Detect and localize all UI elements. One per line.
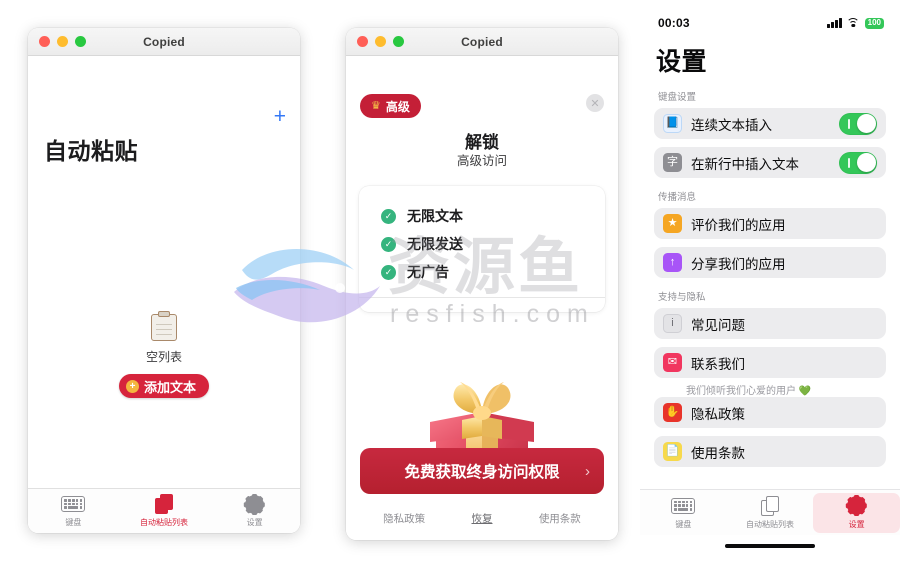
tabbar-panel3: 键盘 自动粘贴列表 设置 <box>640 489 901 535</box>
setting-row-terms[interactable]: 📄 使用条款 <box>654 436 886 467</box>
empty-state: 空列表 + 添加文本 <box>28 311 300 398</box>
toggle-continuous-text[interactable] <box>839 112 877 135</box>
check-icon: ✓ <box>381 208 396 224</box>
divider <box>359 297 605 298</box>
documents-icon <box>154 494 174 514</box>
cellular-signal-icon <box>827 18 842 28</box>
close-icon[interactable]: ✕ <box>586 94 604 112</box>
document-icon: 📄 <box>663 442 682 461</box>
tab-keyboard-label: 键盘 <box>675 519 692 529</box>
setting-row-share-app[interactable]: ↑ 分享我们的应用 <box>654 247 886 278</box>
gear-icon <box>846 495 868 516</box>
feature-list-card: ✓ 无限文本 ✓ 无限发送 ✓ 无广告 <box>359 186 605 312</box>
setting-row-faq[interactable]: i 常见问题 <box>654 308 886 339</box>
book-icon: 📘 <box>663 114 682 133</box>
status-bar: 00:03 100 <box>640 10 900 36</box>
feature-label: 无限发送 <box>407 236 463 252</box>
footer-link-terms[interactable]: 使用条款 <box>539 511 581 526</box>
feature-item: ✓ 无广告 <box>359 258 605 286</box>
page-title: 设置 <box>656 48 708 76</box>
section-header-spread: 传播消息 <box>658 192 697 203</box>
check-icon: ✓ <box>381 264 396 280</box>
premium-badge: ♛ 高级 <box>360 94 421 118</box>
setting-row-rate-app[interactable]: ★ 评价我们的应用 <box>654 208 886 239</box>
cta-label: 免费获取终身访问权限 <box>404 464 560 481</box>
tabbar-panel1: 键盘 自动粘贴列表 设置 <box>28 488 300 533</box>
setting-label: 使用条款 <box>691 445 745 461</box>
tab-keyboard[interactable]: 键盘 <box>640 490 727 535</box>
empty-state-label: 空列表 <box>145 350 182 364</box>
setting-row-contact-us[interactable]: ✉ 联系我们 <box>654 347 886 378</box>
contact-us-subtitle: 我们倾听我们心爱的用户 💚 <box>686 386 812 397</box>
setting-label: 在新行中插入文本 <box>691 156 799 172</box>
screenshot-stage: Copied + 自动粘贴 空列表 + 添加文本 键盘 自动粘贴列表 设置 Co… <box>0 0 908 566</box>
feature-item: ✓ 无限发送 <box>359 230 605 258</box>
cta-button[interactable]: 免费获取终身访问权限 › <box>360 448 604 494</box>
feature-label: 无广告 <box>407 264 449 280</box>
paywall-footer: 隐私政策 恢复 使用条款 <box>360 511 604 526</box>
status-time: 00:03 <box>658 16 690 30</box>
section-header-keyboard: 键盘设置 <box>658 92 697 103</box>
tab-keyboard-label: 键盘 <box>65 518 82 527</box>
check-icon: ✓ <box>381 236 396 252</box>
setting-row-newline-insert[interactable]: 字 在新行中插入文本 <box>654 147 886 178</box>
setting-label: 分享我们的应用 <box>691 256 786 272</box>
setting-label: 联系我们 <box>691 356 745 372</box>
keyboard-icon <box>671 496 696 516</box>
footer-link-restore[interactable]: 恢复 <box>471 511 492 526</box>
tab-keyboard[interactable]: 键盘 <box>28 489 119 533</box>
plus-circle-icon: + <box>125 379 139 393</box>
feature-item: ✓ 无限文本 <box>359 202 605 230</box>
chevron-right-icon: › <box>585 462 590 480</box>
share-icon: ↑ <box>663 253 682 272</box>
footer-link-privacy[interactable]: 隐私政策 <box>383 511 425 526</box>
star-icon: ★ <box>663 214 682 233</box>
add-icon[interactable]: + <box>274 106 286 127</box>
add-text-button[interactable]: + 添加文本 <box>118 374 209 398</box>
status-indicators: 100 <box>827 17 884 29</box>
panel1-body: + 自动粘贴 空列表 + 添加文本 键盘 自动粘贴列表 设置 <box>28 56 300 533</box>
setting-label: 评价我们的应用 <box>691 217 786 233</box>
crown-icon: ♛ <box>371 99 381 112</box>
battery-icon: 100 <box>864 17 884 29</box>
tab-settings[interactable]: 设置 <box>209 489 300 533</box>
setting-row-privacy-policy[interactable]: ✋ 隐私政策 <box>654 397 886 428</box>
tab-autopaste-list-label: 自动粘贴列表 <box>140 518 188 527</box>
window-autopaste-list: Copied + 自动粘贴 空列表 + 添加文本 键盘 自动粘贴列表 设置 <box>28 28 300 533</box>
keyboard-icon <box>61 494 86 514</box>
tab-settings[interactable]: 设置 <box>813 492 901 533</box>
titlebar-panel1: Copied <box>28 28 300 56</box>
home-indicator <box>725 544 815 548</box>
window-premium-paywall: Copied ♛ 高级 ✕ 解锁 高级访问 ✓ 无限文本 ✓ 无限发送 ✓ 无广… <box>346 28 618 540</box>
hand-icon: ✋ <box>663 403 682 422</box>
text-insert-icon: 字 <box>663 153 682 172</box>
titlebar-panel2: Copied <box>346 28 618 56</box>
tab-autopaste-list[interactable]: 自动粘贴列表 <box>727 490 814 535</box>
gear-icon <box>244 493 266 515</box>
mail-icon: ✉ <box>663 353 682 372</box>
documents-icon <box>760 495 780 516</box>
setting-row-continuous-text[interactable]: 📘 连续文本插入 <box>654 108 886 139</box>
toggle-newline-insert[interactable] <box>839 151 877 174</box>
paywall-subtitle: 高级访问 <box>456 154 507 168</box>
phone-settings-screen: 00:03 100 设置 键盘设置 📘 连续文本插入 字 在新行中插入文本 传播… <box>640 10 901 555</box>
tab-autopaste-list[interactable]: 自动粘贴列表 <box>119 489 210 533</box>
panel2-body: ♛ 高级 ✕ 解锁 高级访问 ✓ 无限文本 ✓ 无限发送 ✓ 无广告 免费获取终… <box>346 56 618 540</box>
premium-badge-label: 高级 <box>385 99 410 114</box>
page-title: 自动粘贴 <box>44 138 138 164</box>
tab-settings-label: 设置 <box>848 519 865 529</box>
wifi-icon <box>846 18 860 28</box>
setting-label: 隐私政策 <box>691 406 745 422</box>
setting-label: 连续文本插入 <box>691 117 772 133</box>
tab-autopaste-list-label: 自动粘贴列表 <box>746 519 794 529</box>
section-header-support: 支持与隐私 <box>658 292 706 303</box>
tab-settings-label: 设置 <box>246 518 263 527</box>
clipboard-icon <box>151 311 177 341</box>
window-title: Copied <box>143 34 185 49</box>
window-title: Copied <box>461 34 503 49</box>
setting-label: 常见问题 <box>691 317 745 333</box>
info-icon: i <box>663 314 682 333</box>
add-text-button-label: 添加文本 <box>143 379 196 395</box>
feature-label: 无限文本 <box>407 208 463 224</box>
